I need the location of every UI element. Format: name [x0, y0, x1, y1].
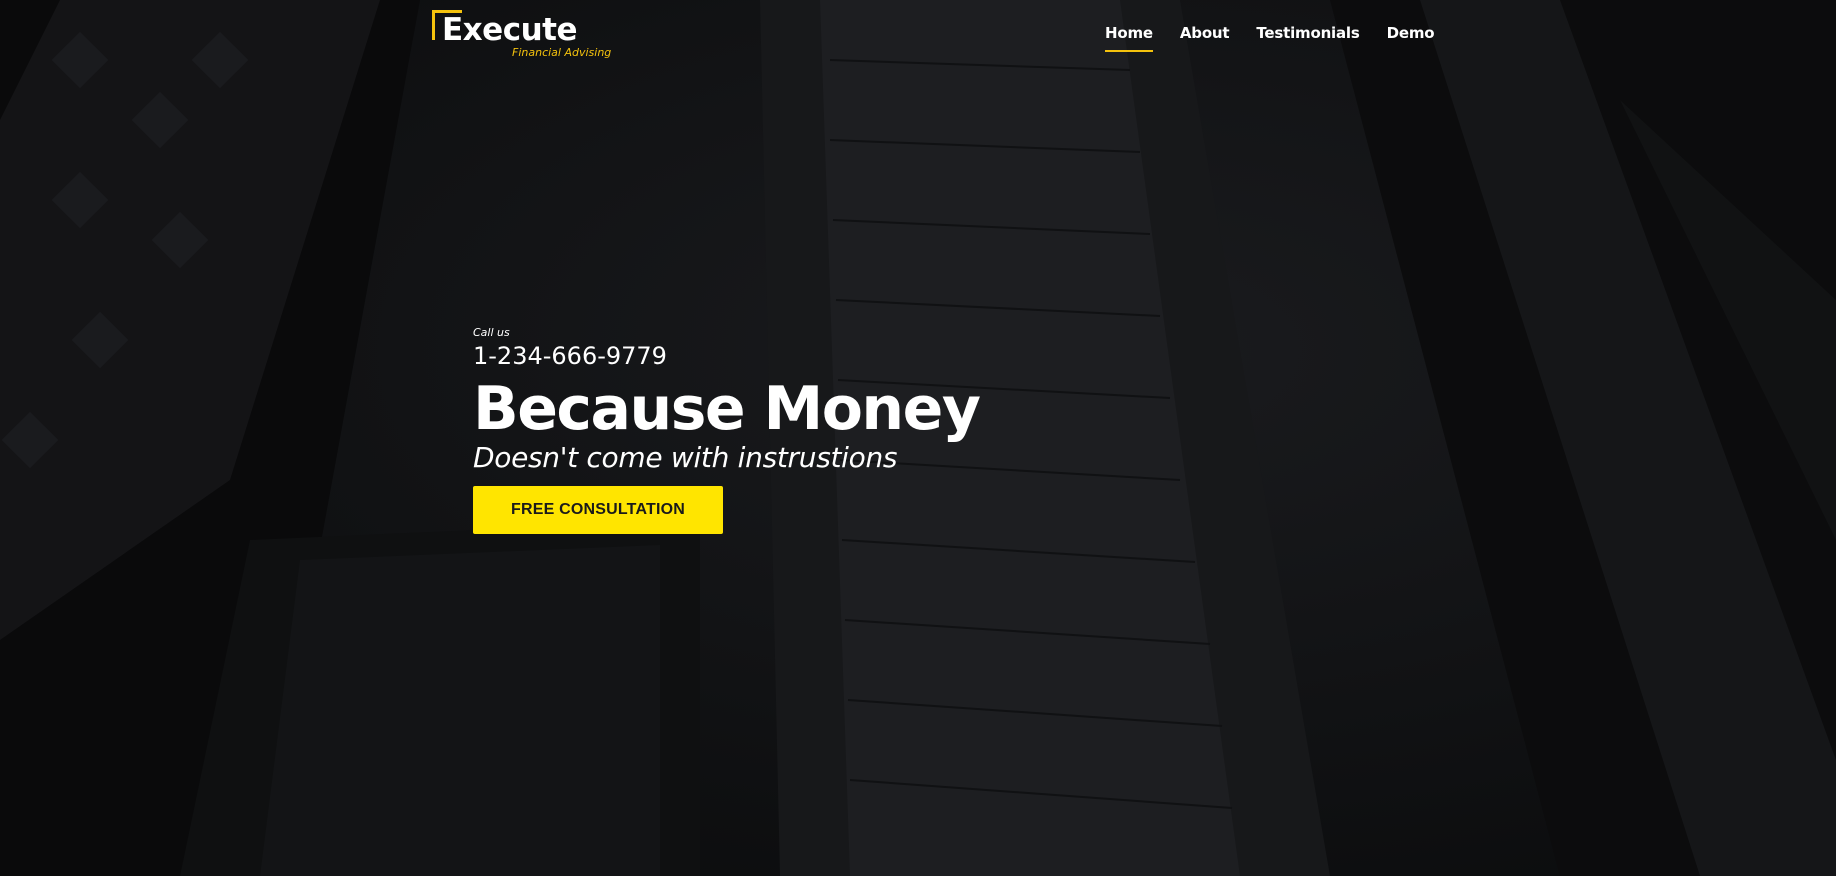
brand-tagline: Financial Advising	[512, 46, 612, 59]
nav-item-testimonials[interactable]: Testimonials	[1256, 24, 1359, 52]
main-nav: Home About Testimonials Demo	[1105, 24, 1461, 52]
nav-item-about[interactable]: About	[1180, 24, 1230, 52]
free-consultation-button[interactable]: FREE CONSULTATION	[473, 486, 723, 534]
nav-item-demo[interactable]: Demo	[1387, 24, 1435, 52]
brand-name: Execute	[442, 12, 578, 48]
nav-item-home[interactable]: Home	[1105, 24, 1153, 52]
hero-headline: Because Money	[473, 374, 981, 444]
hero-subheadline: Doesn't come with instrustions	[473, 441, 898, 474]
call-us-label: Call us	[473, 326, 510, 339]
brand-logo[interactable]: Execute Financial Advising	[432, 10, 612, 62]
hero-section: Call us 1-234-666-9779 Because Money Doe…	[473, 326, 981, 534]
landing-page: Execute Financial Advising Home About Te…	[0, 0, 1836, 876]
phone-number[interactable]: 1-234-666-9779	[473, 341, 979, 371]
